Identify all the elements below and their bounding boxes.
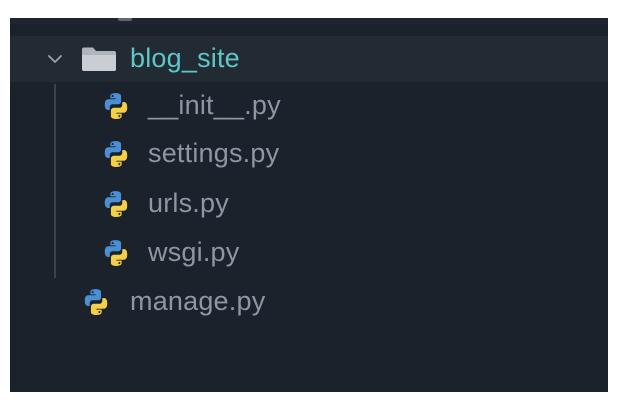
python-icon xyxy=(101,238,131,268)
tree-folder-blog-site[interactable]: blog_site xyxy=(10,36,608,82)
file-explorer: blog_site __init__.py settings.py urls.p… xyxy=(10,18,608,392)
file-label: __init__.py xyxy=(148,89,281,120)
file-label: wsgi.py xyxy=(148,236,240,267)
tree-file-wsgi[interactable]: wsgi.py xyxy=(10,229,608,277)
folder-label: blog_site xyxy=(130,42,240,73)
tree-file-urls[interactable]: urls.py xyxy=(10,180,608,228)
tree-file-settings[interactable]: settings.py xyxy=(10,130,608,178)
previous-item-partial xyxy=(10,18,608,24)
folder-icon xyxy=(82,47,116,71)
file-label: urls.py xyxy=(148,187,229,218)
file-label: settings.py xyxy=(148,137,280,168)
file-label: manage.py xyxy=(130,285,266,316)
chevron-down-icon[interactable] xyxy=(45,49,65,69)
python-icon xyxy=(101,139,131,169)
python-icon xyxy=(101,91,131,121)
tree-file-init[interactable]: __init__.py xyxy=(10,82,608,130)
python-icon xyxy=(81,287,111,317)
tree-file-manage[interactable]: manage.py xyxy=(10,278,608,326)
python-icon xyxy=(101,189,131,219)
